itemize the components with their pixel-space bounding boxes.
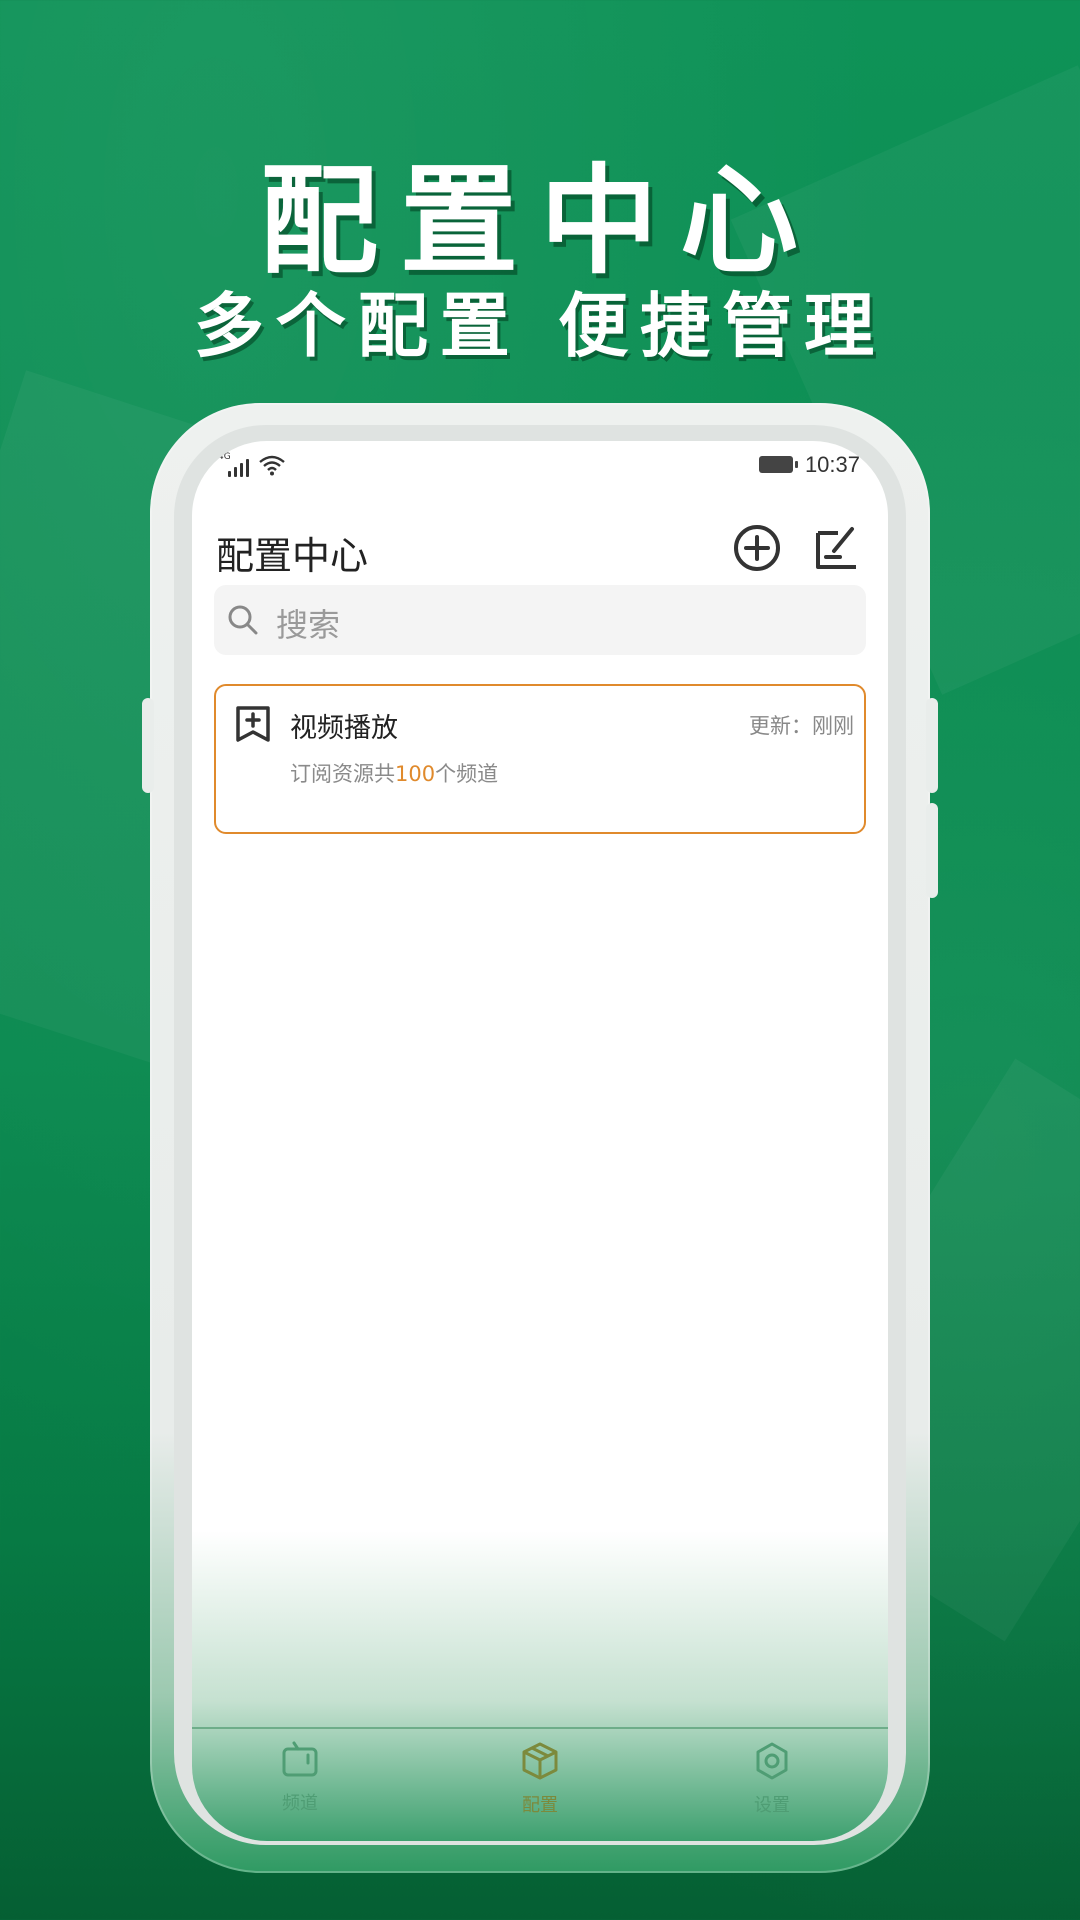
phone-side-button bbox=[142, 698, 154, 793]
page-header: 配置中心 bbox=[216, 519, 864, 579]
tab-config-label: 配置 bbox=[522, 1795, 558, 1816]
add-config-button[interactable] bbox=[732, 523, 782, 573]
config-description: 订阅资源共100个频道 bbox=[290, 758, 498, 788]
gear-icon bbox=[756, 1742, 788, 1780]
tab-channels[interactable]: 频道 bbox=[240, 1741, 360, 1815]
search-icon bbox=[228, 605, 258, 635]
edit-icon bbox=[816, 527, 856, 569]
config-card[interactable]: 视频播放 更新：刚刚 订阅资源共100个频道 bbox=[214, 684, 866, 834]
tab-settings[interactable]: 设置 bbox=[712, 1741, 832, 1817]
add-circle-icon bbox=[734, 525, 780, 571]
phone-mockup: 4G 10:37 配置中心 搜索 视频播放 更新：刚刚 订阅资源共100个频道 … bbox=[142, 403, 938, 1873]
status-bar: 4G 10:37 bbox=[192, 441, 888, 511]
status-time: 10:37 bbox=[804, 452, 860, 477]
channel-count: 100 bbox=[395, 762, 436, 786]
wifi-icon bbox=[259, 455, 285, 476]
battery-icon bbox=[759, 456, 798, 473]
search-placeholder: 搜索 bbox=[276, 606, 341, 644]
network-type: 4G bbox=[218, 452, 231, 462]
edit-config-button[interactable] bbox=[812, 523, 862, 573]
config-desc-suffix: 个频道 bbox=[435, 762, 499, 786]
phone-side-button bbox=[926, 698, 938, 793]
tab-channels-label: 频道 bbox=[282, 1793, 318, 1814]
config-name: 视频播放 bbox=[290, 713, 398, 744]
cellular-signal-icon: 4G bbox=[218, 452, 249, 477]
config-desc-prefix: 订阅资源共 bbox=[290, 762, 395, 786]
config-updated: 更新：刚刚 bbox=[749, 714, 854, 738]
tab-settings-label: 设置 bbox=[754, 1795, 790, 1816]
promo-subtitle: 多个配置 便捷管理 bbox=[193, 285, 887, 367]
phone-side-button bbox=[926, 803, 938, 898]
search-input[interactable]: 搜索 bbox=[214, 585, 866, 655]
page-title: 配置中心 bbox=[216, 534, 369, 578]
bottom-tab-bar: 频道 配置 设置 bbox=[192, 1727, 888, 1841]
tab-config[interactable]: 配置 bbox=[480, 1741, 600, 1817]
bookmark-plus-icon bbox=[236, 706, 270, 742]
app-screen: 4G 10:37 配置中心 搜索 视频播放 更新：刚刚 订阅资源共100个频道 … bbox=[192, 441, 888, 1841]
box-icon bbox=[522, 1742, 558, 1780]
tv-icon bbox=[282, 1741, 318, 1777]
